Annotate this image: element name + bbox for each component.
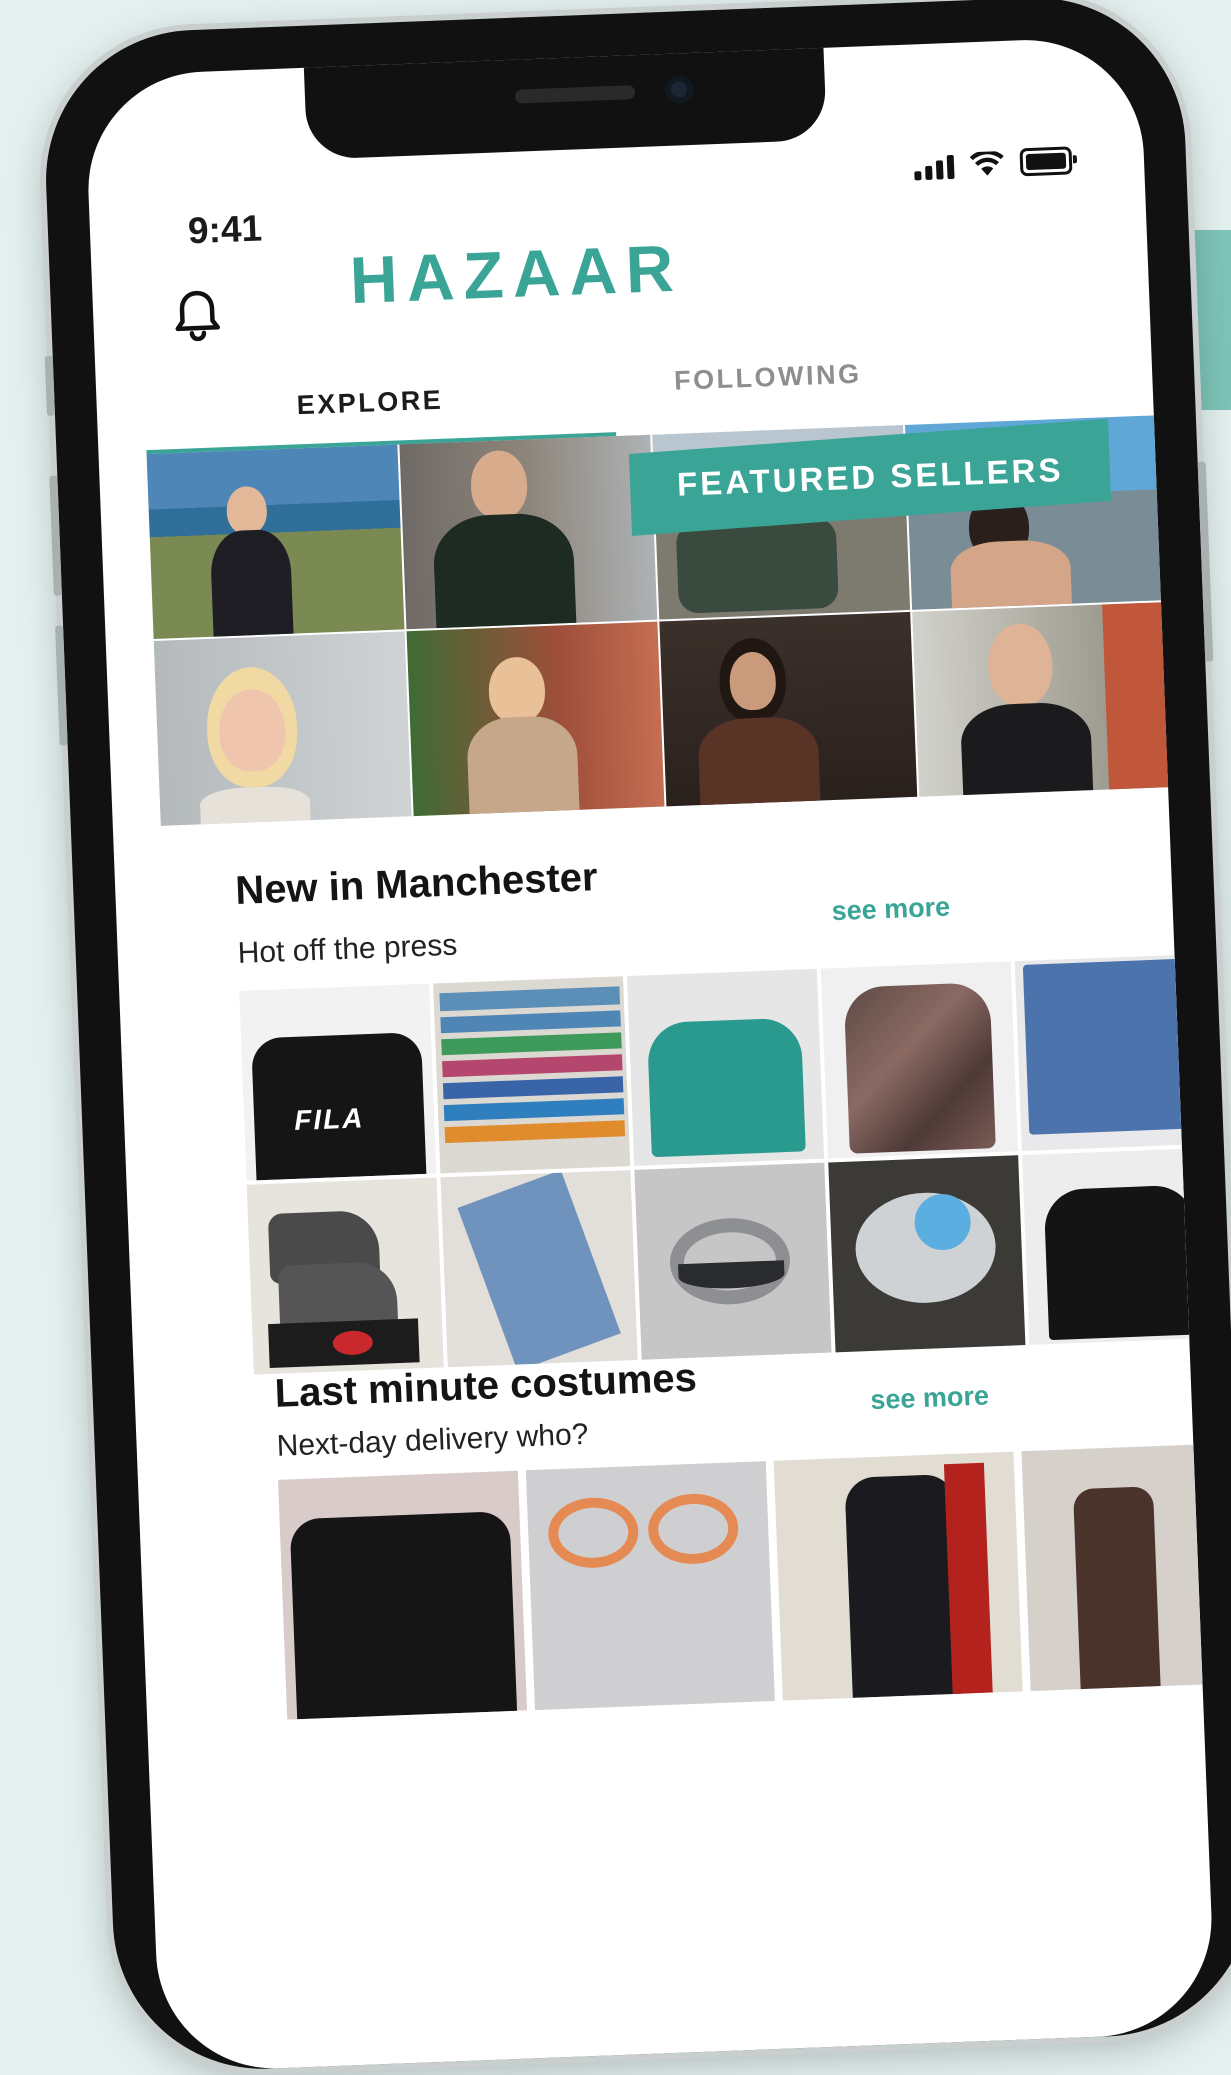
signal-icon <box>914 154 955 181</box>
tab-following[interactable]: FOLLOWING <box>674 359 863 397</box>
product-grid-new-in-manchester: FILA <box>239 953 1216 1375</box>
product-card[interactable]: FILA <box>239 983 437 1181</box>
section-subtitle: Next-day delivery who? <box>276 1417 589 1463</box>
bell-icon[interactable] <box>172 286 222 342</box>
seller-photo[interactable] <box>146 444 405 639</box>
app-screen: 9:41 HAZAAR EXPLORE FOLLOWING FEATURED S… <box>84 35 1216 2073</box>
volume-up-button <box>49 475 62 596</box>
product-card[interactable] <box>773 1451 1023 1701</box>
seller-photo[interactable] <box>399 434 658 630</box>
see-more-link[interactable]: see more <box>870 1380 990 1416</box>
section-subtitle: Hot off the press <box>237 928 458 970</box>
notch <box>303 43 827 160</box>
product-card[interactable] <box>1021 1442 1216 1692</box>
app-logo: HAZAAR <box>348 230 684 318</box>
seller-photo[interactable] <box>153 631 412 826</box>
wifi-icon <box>969 150 1004 176</box>
volume-down-button <box>55 625 68 746</box>
mute-switch <box>44 355 56 416</box>
status-icons <box>914 146 1073 181</box>
seller-photo[interactable] <box>406 621 665 817</box>
see-more-link[interactable]: see more <box>831 892 951 928</box>
seller-photo[interactable] <box>659 611 918 807</box>
section-title-new-in-manchester: New in Manchester <box>234 855 599 914</box>
tab-explore[interactable]: EXPLORE <box>296 385 444 422</box>
battery-icon <box>1019 146 1073 177</box>
phone-frame: 9:41 HAZAAR EXPLORE FOLLOWING FEATURED S… <box>40 0 1231 2075</box>
status-time: 9:41 <box>187 207 263 252</box>
product-card[interactable] <box>1022 1147 1216 1345</box>
product-card[interactable] <box>626 968 825 1166</box>
product-card[interactable] <box>828 1155 1026 1353</box>
product-card[interactable] <box>634 1162 832 1360</box>
product-card[interactable] <box>278 1470 528 1720</box>
product-card[interactable] <box>246 1177 444 1375</box>
product-card[interactable] <box>1014 953 1212 1152</box>
featured-sellers-label: FEATURED SELLERS <box>676 450 1064 503</box>
product-grid-last-minute-costumes <box>278 1442 1216 1720</box>
front-camera <box>664 74 694 104</box>
power-button <box>1197 461 1214 662</box>
product-card[interactable] <box>820 961 1018 1159</box>
seller-photo[interactable] <box>912 602 1171 797</box>
speaker <box>514 85 636 104</box>
product-print-text: FILA <box>293 1102 366 1136</box>
product-card[interactable] <box>525 1461 775 1711</box>
product-card[interactable] <box>440 1170 638 1368</box>
product-card[interactable] <box>433 976 631 1174</box>
